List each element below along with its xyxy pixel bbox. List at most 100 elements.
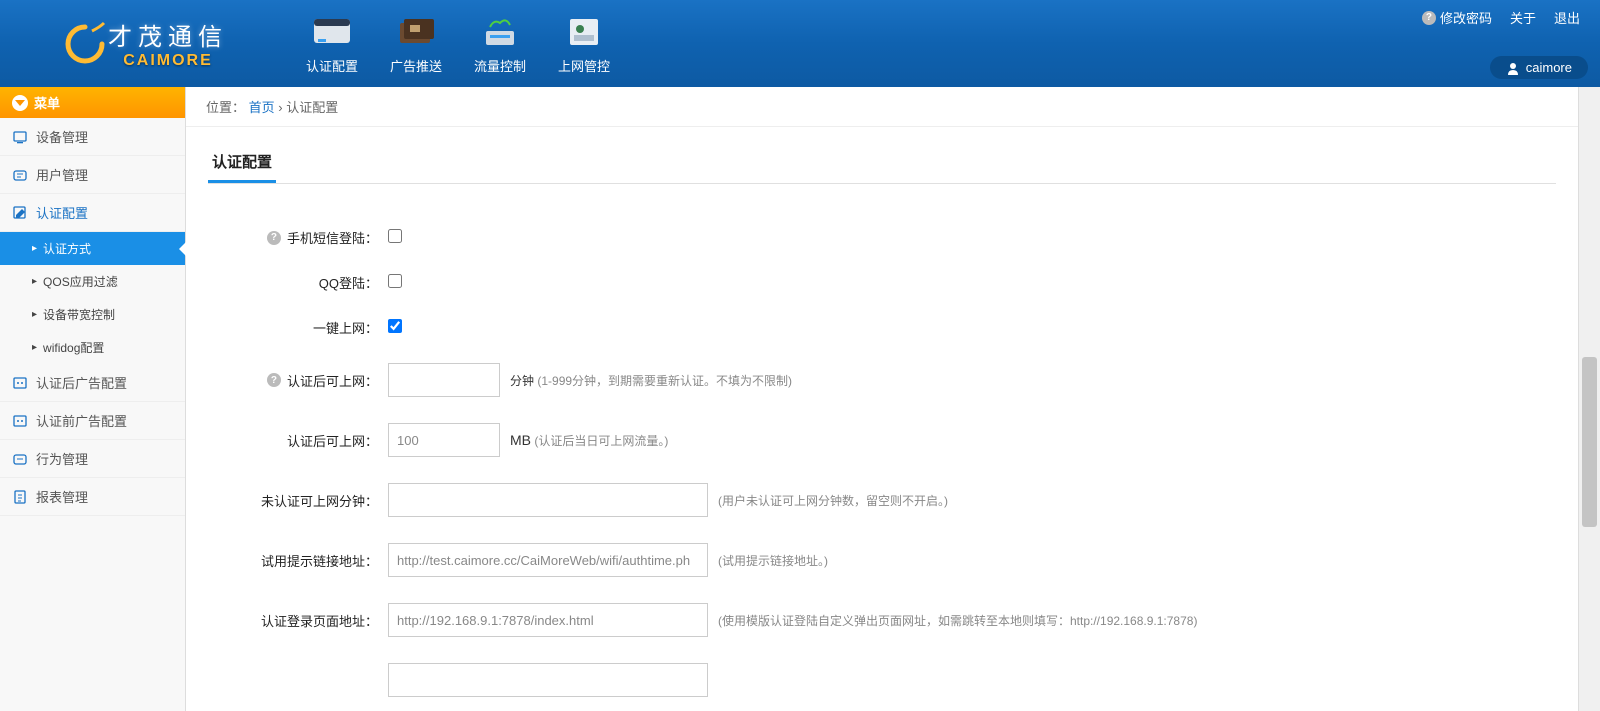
breadcrumb-prefix: 位置：: [206, 100, 245, 115]
sidebar-item-post-auth-ads[interactable]: 认证后广告配置: [0, 364, 185, 402]
user-icon: [1506, 61, 1520, 75]
chevron-down-icon: [12, 95, 28, 111]
sidebar-sub-label: wifidog配置: [43, 339, 104, 356]
breadcrumb: 位置： 首页 › 认证配置: [186, 87, 1578, 127]
row-after-auth-time: ? 认证后可上网： 分钟 (1-999分钟，到期需要重新认证。不填为不限制): [212, 363, 1552, 397]
qq-login-checkbox[interactable]: [388, 274, 402, 288]
content-area: 位置： 首页 › 认证配置 认证配置 ? 手机短信登陆：: [186, 87, 1578, 711]
field-label: 认证后可上网：: [287, 431, 378, 450]
ads-icon: [394, 12, 438, 52]
logout-link[interactable]: 退出: [1554, 8, 1580, 27]
nav-flow-control[interactable]: 流量控制: [458, 0, 542, 87]
field-label: QQ登陆：: [319, 273, 378, 292]
top-right-links: ? 修改密码 关于 退出: [1422, 8, 1580, 27]
panel-title[interactable]: 认证配置: [208, 143, 276, 183]
auth-config-icon: [310, 12, 354, 52]
sidebar-menu-header[interactable]: 菜单: [0, 87, 185, 118]
row-one-click: 一键上网：: [212, 318, 1552, 337]
nav-label: 流量控制: [474, 56, 526, 75]
sidebar-sub-label: 设备带宽控制: [43, 306, 115, 323]
user-pill[interactable]: caimore: [1490, 56, 1588, 79]
sidebar-item-users[interactable]: 用户管理: [0, 156, 185, 194]
field-hint: (认证后当日可上网流量。): [534, 434, 668, 448]
scrollbar-thumb[interactable]: [1582, 357, 1597, 527]
unauth-minutes-input[interactable]: [388, 483, 708, 517]
field-label: 试用提示链接地址：: [261, 551, 378, 570]
field-label: 手机短信登陆：: [287, 228, 378, 247]
field-label: 认证后可上网：: [287, 371, 378, 390]
username-label: caimore: [1526, 60, 1572, 75]
app-header: 才茂通信 CAIMORE 认证配置 广告推送 流量控制 上网管: [0, 0, 1600, 87]
help-icon[interactable]: ?: [267, 373, 281, 387]
row-sms-login: ? 手机短信登陆：: [212, 228, 1552, 247]
field-hint: (试用提示链接地址。): [718, 552, 828, 569]
row-auth-page: 认证登录页面地址： (使用模版认证登陆自定义弹出页面网址，如需跳转至本地则填写：…: [212, 603, 1552, 637]
logo-text-cn: 才茂通信: [108, 17, 228, 52]
sidebar-item-label: 用户管理: [36, 165, 88, 184]
sidebar-sub-bandwidth[interactable]: ▸ 设备带宽控制: [0, 298, 185, 331]
scrollbar[interactable]: [1578, 87, 1600, 711]
nav-ads[interactable]: 广告推送: [374, 0, 458, 87]
flow-control-icon: [478, 12, 522, 52]
help-icon: ?: [1422, 11, 1436, 25]
nav-label: 上网管控: [558, 56, 610, 75]
row-trial-link: 试用提示链接地址： (试用提示链接地址。): [212, 543, 1552, 577]
sms-login-checkbox[interactable]: [388, 229, 402, 243]
behavior-icon: [12, 451, 28, 467]
trial-link-input[interactable]: [388, 543, 708, 577]
sidebar-sub-auth-method[interactable]: ▸ 认证方式: [0, 232, 185, 265]
row-extra: [212, 663, 1552, 697]
about-link[interactable]: 关于: [1510, 8, 1536, 27]
logo: 才茂通信 CAIMORE: [0, 0, 290, 87]
after-auth-time-input[interactable]: [388, 363, 500, 397]
sidebar-item-behavior[interactable]: 行为管理: [0, 440, 185, 478]
sidebar-item-label: 认证前广告配置: [36, 411, 127, 430]
users-icon: [12, 167, 28, 183]
sidebar-sub-qos[interactable]: ▸ QOS应用过滤: [0, 265, 185, 298]
sidebar-sub-wifidog[interactable]: ▸ wifidog配置: [0, 331, 185, 364]
extra-input[interactable]: [388, 663, 708, 697]
config-icon: [12, 375, 28, 391]
row-qq-login: QQ登陆：: [212, 273, 1552, 292]
field-hint: (用户未认证可上网分钟数，留空则不开启。): [718, 492, 948, 509]
sidebar-item-label: 设备管理: [36, 127, 88, 146]
breadcrumb-current: 认证配置: [286, 100, 338, 115]
sidebar-item-auth-config[interactable]: 认证配置: [0, 194, 185, 232]
sidebar-item-label: 认证后广告配置: [36, 373, 127, 392]
logo-text-en: CAIMORE: [123, 52, 213, 70]
logo-icon: [62, 21, 108, 67]
field-hint: (1-999分钟，到期需要重新认证。不填为不限制): [537, 374, 792, 388]
panel-tabs: 认证配置: [208, 143, 1556, 184]
triangle-icon: ▸: [32, 309, 37, 320]
breadcrumb-home[interactable]: 首页: [249, 100, 275, 115]
menu-title: 菜单: [34, 93, 60, 112]
sidebar-item-devices[interactable]: 设备管理: [0, 118, 185, 156]
field-label: 一键上网：: [313, 318, 378, 337]
sidebar-item-reports[interactable]: 报表管理: [0, 478, 185, 516]
field-label: 未认证可上网分钟：: [261, 491, 378, 510]
nav-auth-config[interactable]: 认证配置: [290, 0, 374, 87]
edit-icon: [12, 205, 28, 221]
help-icon[interactable]: ?: [267, 231, 281, 245]
row-after-auth-mb: 认证后可上网： MB (认证后当日可上网流量。): [212, 423, 1552, 457]
nav-net-control[interactable]: 上网管控: [542, 0, 626, 87]
change-password-link[interactable]: ? 修改密码: [1422, 8, 1492, 27]
sidebar: 菜单 设备管理 用户管理 认证配置 ▸ 认证方式 ▸ QOS应用过滤 ▸ 设备带…: [0, 87, 186, 711]
triangle-icon: ▸: [32, 243, 37, 254]
config-icon: [12, 413, 28, 429]
nav-label: 广告推送: [390, 56, 442, 75]
one-click-checkbox[interactable]: [388, 319, 402, 333]
triangle-icon: ▸: [32, 276, 37, 287]
auth-page-input[interactable]: [388, 603, 708, 637]
change-password-label: 修改密码: [1440, 8, 1492, 27]
field-label: 认证登录页面地址：: [261, 611, 378, 630]
after-auth-mb-input[interactable]: [388, 423, 500, 457]
sidebar-item-pre-auth-ads[interactable]: 认证前广告配置: [0, 402, 185, 440]
unit-label: MB: [510, 432, 531, 448]
sidebar-item-label: 认证配置: [36, 203, 88, 222]
top-nav: 认证配置 广告推送 流量控制 上网管控: [290, 0, 626, 87]
sidebar-item-label: 行为管理: [36, 449, 88, 468]
sidebar-sub-label: QOS应用过滤: [43, 273, 118, 290]
row-unauth-minutes: 未认证可上网分钟： (用户未认证可上网分钟数，留空则不开启。): [212, 483, 1552, 517]
auth-config-form: ? 手机短信登陆： QQ登陆：: [186, 184, 1578, 711]
